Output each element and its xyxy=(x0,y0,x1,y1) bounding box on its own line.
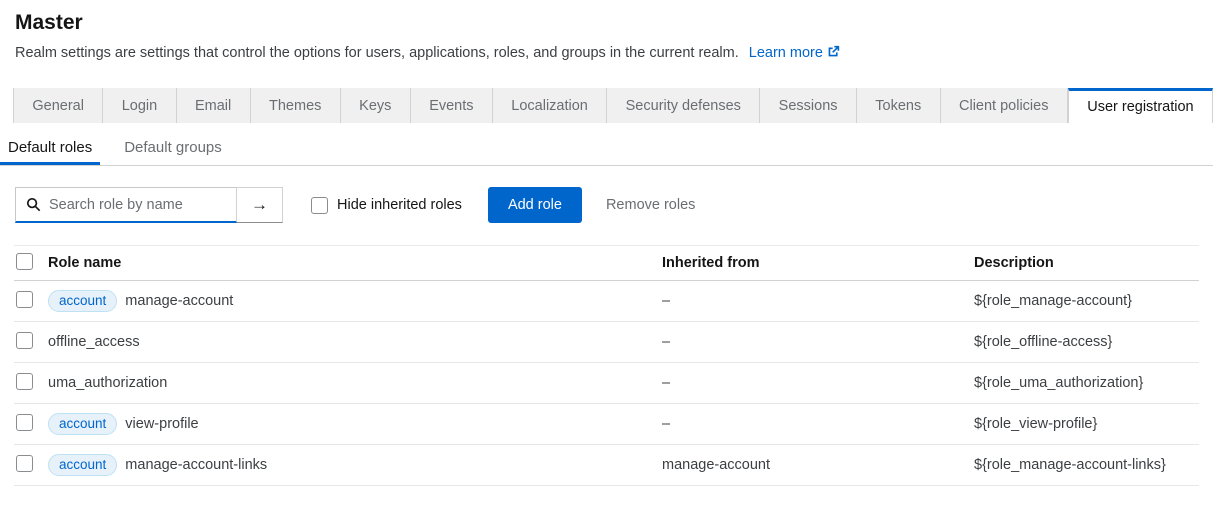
table-row: uma_authorization –${role_uma_authorizati… xyxy=(14,363,1199,404)
tab-security-defenses[interactable]: Security defenses xyxy=(607,88,760,123)
external-link-icon xyxy=(827,44,840,64)
role-name: view-profile xyxy=(125,416,198,432)
role-description: ${role_manage-account-links} xyxy=(974,445,1199,486)
role-description: ${role_uma_authorization} xyxy=(974,363,1199,404)
column-header-inherited-from: Inherited from xyxy=(662,246,974,281)
row-checkbox[interactable] xyxy=(16,414,33,431)
page-header: Master Realm settings are settings that … xyxy=(0,0,1213,64)
search-icon xyxy=(26,197,41,217)
hide-inherited-checkbox[interactable] xyxy=(311,197,328,214)
role-description: ${role_offline-access} xyxy=(974,322,1199,363)
role-name: manage-account xyxy=(125,293,233,309)
client-badge: account xyxy=(48,454,117,476)
select-all-checkbox[interactable] xyxy=(16,253,33,270)
tab-login[interactable]: Login xyxy=(103,88,176,123)
row-checkbox[interactable] xyxy=(16,373,33,390)
tab-general[interactable]: General xyxy=(13,88,103,123)
tab-email[interactable]: Email xyxy=(177,88,251,123)
client-badge: account xyxy=(48,290,117,312)
table-header-row: Role name Inherited from Description xyxy=(14,246,1199,281)
row-checkbox[interactable] xyxy=(16,455,33,472)
tab-events[interactable]: Events xyxy=(411,88,493,123)
learn-more-link[interactable]: Learn more xyxy=(749,45,840,61)
subtab-default-roles[interactable]: Default roles xyxy=(0,130,100,165)
tab-client-policies[interactable]: Client policies xyxy=(941,88,1068,123)
arrow-right-icon: → xyxy=(251,195,268,214)
role-name: offline_access xyxy=(48,334,140,350)
row-checkbox[interactable] xyxy=(16,291,33,308)
role-description: ${role_view-profile} xyxy=(974,404,1199,445)
page-subtitle: Realm settings are settings that control… xyxy=(15,43,1198,64)
column-header-role-name: Role name xyxy=(48,246,662,281)
table-body: accountmanage-account–${role_manage-acco… xyxy=(14,281,1199,486)
tab-localization[interactable]: Localization xyxy=(493,88,607,123)
tab-user-registration[interactable]: User registration xyxy=(1068,88,1213,123)
search-group: → xyxy=(15,187,283,223)
learn-more-label: Learn more xyxy=(749,45,823,61)
search-input[interactable] xyxy=(15,187,237,223)
role-name: manage-account-links xyxy=(125,457,267,473)
hide-inherited-group[interactable]: Hide inherited roles xyxy=(311,197,462,214)
role-name: uma_authorization xyxy=(48,375,167,391)
sub-tabs: Default roles Default groups xyxy=(0,130,1213,166)
add-role-button[interactable]: Add role xyxy=(488,187,582,223)
inherited-from: – xyxy=(662,404,974,445)
table-row: account view-profile –${role_view-profile} xyxy=(14,404,1199,445)
column-header-description: Description xyxy=(974,246,1199,281)
remove-roles-button[interactable]: Remove roles xyxy=(606,197,695,213)
tab-keys[interactable]: Keys xyxy=(341,88,411,123)
hide-inherited-label[interactable]: Hide inherited roles xyxy=(337,197,462,213)
page-title: Master xyxy=(15,9,1198,36)
table-row: account manage-account –${role_manage-acco… xyxy=(14,281,1199,322)
subtab-default-groups[interactable]: Default groups xyxy=(116,130,230,165)
toolbar: → Hide inherited roles Add role Remove r… xyxy=(15,187,1198,223)
row-checkbox[interactable] xyxy=(16,332,33,349)
inherited-from: – xyxy=(662,281,974,322)
main-tabs: GeneralLoginEmailThemesKeysEventsLocaliz… xyxy=(0,88,1213,123)
tab-themes[interactable]: Themes xyxy=(251,88,341,123)
role-description: ${role_manage-account} xyxy=(974,281,1199,322)
page-subtitle-text: Realm settings are settings that control… xyxy=(15,45,739,61)
tab-tokens[interactable]: Tokens xyxy=(857,88,941,123)
inherited-from: – xyxy=(662,322,974,363)
inherited-from: – xyxy=(662,363,974,404)
inherited-from: manage-account xyxy=(662,445,974,486)
client-badge: account xyxy=(48,413,117,435)
tab-sessions[interactable]: Sessions xyxy=(760,88,857,123)
table-row: offline_access –${role_offline-access} xyxy=(14,322,1199,363)
roles-table: Role name Inherited from Description acc… xyxy=(14,245,1199,486)
table-row: account manage-account-links manage-accoun… xyxy=(14,445,1199,486)
search-submit-button[interactable]: → xyxy=(237,187,283,223)
